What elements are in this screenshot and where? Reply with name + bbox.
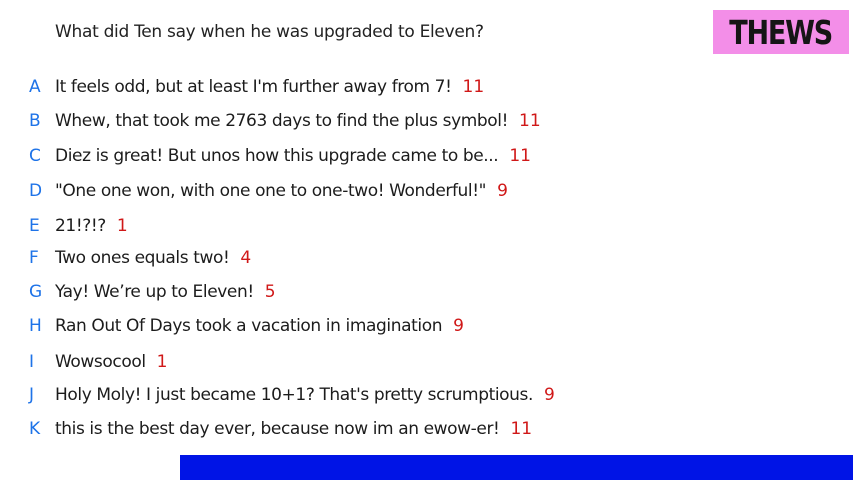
answer-letter: D — [29, 181, 43, 201]
answer-letter: C — [29, 146, 41, 166]
answer-text: this is the best day ever, because now i… — [55, 419, 532, 439]
answer-text-content: Diez is great! But unos how this upgrade… — [55, 146, 499, 166]
answer-text: Ran Out Of Days took a vacation in imagi… — [55, 316, 464, 336]
answer-text: Two ones equals two! 4 — [55, 248, 251, 268]
vote-count: 1 — [156, 352, 168, 372]
vote-count: 11 — [509, 146, 531, 166]
answer-text: "One one won, with one one to one-two! W… — [55, 181, 508, 201]
vote-count: 9 — [497, 181, 508, 201]
vote-count: 4 — [240, 248, 252, 268]
bottom-bar — [180, 455, 853, 480]
answer-text-content: It feels odd, but at least I'm further a… — [55, 77, 452, 97]
vote-count: 9 — [453, 316, 464, 336]
vote-count: 1 — [116, 216, 128, 236]
answer-letter: I — [29, 352, 35, 372]
answer-text-content: Whew, that took me 2763 days to find the… — [55, 111, 509, 131]
vote-count: 11 — [519, 111, 541, 131]
answer-letter: A — [29, 77, 41, 97]
answer-letter: H — [29, 316, 42, 336]
answer-letter: B — [29, 111, 41, 131]
answer-letter: G — [29, 282, 43, 302]
answer-text: Holy Moly! I just became 10+1? That's pr… — [55, 385, 555, 405]
vote-count: 9 — [544, 385, 555, 405]
answer-text-content: Two ones equals two! — [55, 248, 230, 268]
answer-text: 21!?!? 1 — [55, 216, 128, 236]
vote-count: 5 — [264, 282, 276, 302]
answer-letter: K — [29, 419, 41, 439]
vote-count: 11 — [510, 419, 533, 439]
answer-text-content: this is the best day ever, because now i… — [55, 419, 500, 439]
answer-text-content: 21!?!? — [55, 216, 106, 236]
answer-list: A It feels odd, but at least I'm further… — [0, 0, 853, 480]
answer-letter: F — [29, 248, 39, 268]
answer-text: Diez is great! But unos how this upgrade… — [55, 146, 531, 166]
answer-text-content: Ran Out Of Days took a vacation in imagi… — [55, 316, 443, 336]
answer-text: Whew, that took me 2763 days to find the… — [55, 111, 541, 131]
answer-text: Yay! We’re up to Eleven! 5 — [55, 282, 276, 302]
answer-text: It feels odd, but at least I'm further a… — [55, 77, 484, 97]
vote-count: 11 — [462, 77, 485, 97]
answer-text: Wowsocool 1 — [55, 352, 167, 372]
answer-text-content: Holy Moly! I just became 10+1? That's pr… — [55, 385, 534, 405]
answer-text-content: Wowsocool — [55, 352, 146, 372]
answer-text-content: "One one won, with one one to one-two! W… — [55, 181, 487, 201]
answer-text-content: Yay! We’re up to Eleven! — [55, 282, 254, 302]
answer-letter: J — [29, 385, 35, 405]
answer-letter: E — [29, 216, 40, 236]
